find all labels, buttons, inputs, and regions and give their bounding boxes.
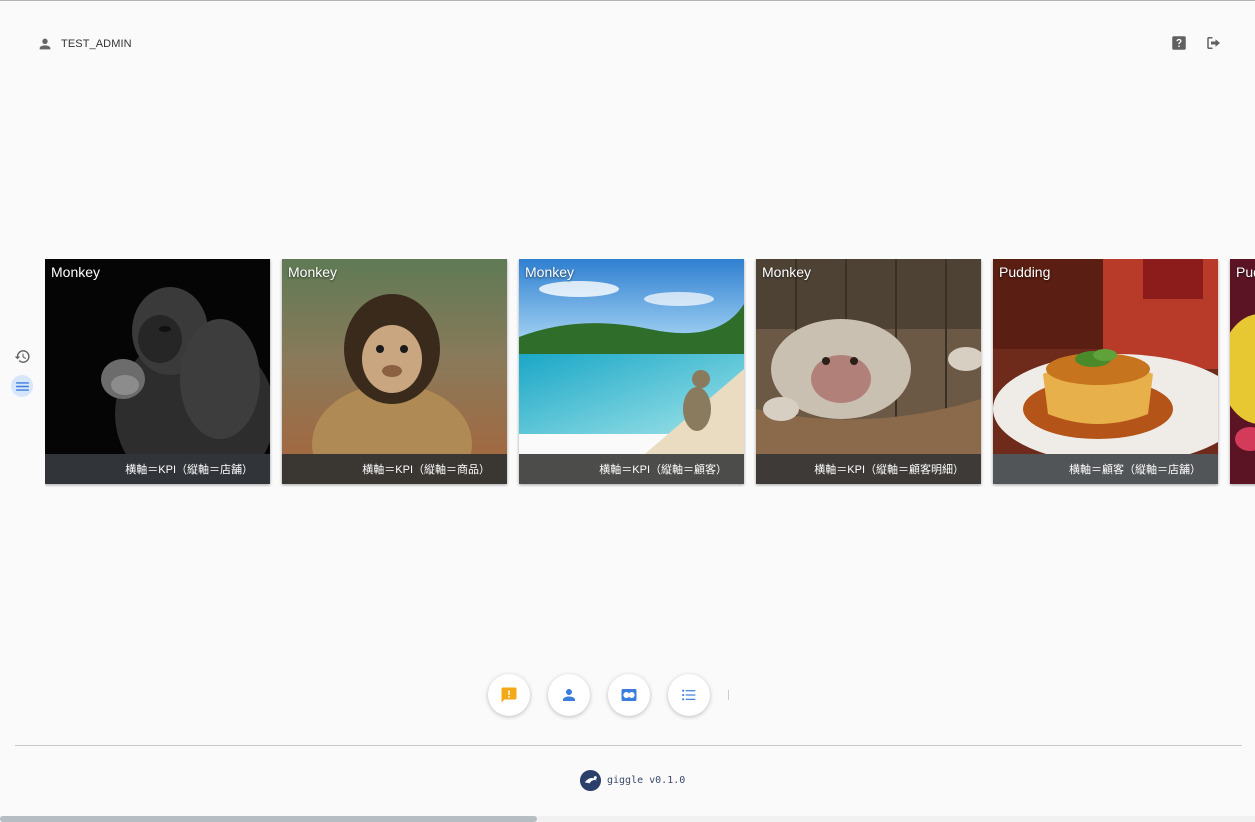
- card-caption: 横軸＝KPI（縦軸＝店舗）: [45, 454, 270, 484]
- horizontal-scrollbar-thumb[interactable]: [0, 816, 537, 822]
- username-label: TEST_ADMIN: [61, 38, 132, 50]
- analysis-button[interactable]: [608, 674, 650, 716]
- baboon-in-barrel-image: [756, 259, 981, 484]
- report-card[interactable]: Pudding 横軸＝顧客（縦軸＝店舗）: [993, 259, 1218, 484]
- custard-pudding-image: [993, 259, 1218, 484]
- card-caption: 横軸＝KPI（縦軸＝顧客明細）: [756, 454, 981, 484]
- report-card[interactable]: Monkey 横軸＝KPI（縦軸＝顧客）: [519, 259, 744, 484]
- help-button[interactable]: [1170, 34, 1188, 52]
- header-actions: [1170, 34, 1223, 52]
- card-title: Pudding: [999, 264, 1051, 280]
- help-icon: [1170, 34, 1188, 52]
- bottom-action-bar: [488, 674, 732, 716]
- side-toolbar: [11, 345, 33, 397]
- dual-circle-icon: [620, 686, 638, 704]
- account-icon: [37, 36, 53, 52]
- feedback-button[interactable]: [488, 674, 530, 716]
- person-icon: [560, 686, 578, 704]
- list-button[interactable]: [668, 674, 710, 716]
- footer: giggle v0.1.0: [579, 769, 685, 792]
- capuchin-monkey-image: [282, 259, 507, 484]
- report-card[interactable]: Pud: [1230, 259, 1255, 484]
- report-carousel[interactable]: Monkey 横軸＝KPI（縦軸＝店舗） Monkey 横軸＝KPI（縦軸＝商品…: [45, 259, 1255, 487]
- card-title: Monkey: [525, 264, 575, 280]
- menu-icon: [14, 378, 31, 395]
- user-info[interactable]: TEST_ADMIN: [37, 36, 132, 52]
- report-card[interactable]: Monkey 横軸＝KPI（縦軸＝顧客明細）: [756, 259, 981, 484]
- card-title: Monkey: [51, 264, 101, 280]
- report-card[interactable]: Monkey 横軸＝KPI（縦軸＝商品）: [282, 259, 507, 484]
- list-icon: [680, 686, 698, 704]
- more-button-edge[interactable]: [728, 684, 732, 706]
- app-page: TEST_ADMIN Monkey 横軸＝KPI（縦軸＝店舗） Monkey 横…: [0, 0, 1255, 822]
- card-caption: 横軸＝顧客（縦軸＝店舗）: [993, 454, 1218, 484]
- gorilla-image: [45, 259, 270, 484]
- feedback-icon: [500, 686, 518, 704]
- card-caption: 横軸＝KPI（縦軸＝顧客）: [519, 454, 744, 484]
- card-title: Monkey: [762, 264, 812, 280]
- footer-divider: [15, 745, 1242, 746]
- app-version: giggle v0.1.0: [607, 775, 686, 786]
- menu-button[interactable]: [11, 375, 33, 397]
- logout-button[interactable]: [1205, 34, 1223, 52]
- customer-button[interactable]: [548, 674, 590, 716]
- history-icon: [14, 348, 31, 365]
- top-border: [0, 0, 1255, 1]
- report-card[interactable]: Monkey 横軸＝KPI（縦軸＝店舗）: [45, 259, 270, 484]
- logout-icon: [1205, 34, 1223, 52]
- card-title: Monkey: [288, 264, 338, 280]
- card-title: Pud: [1236, 264, 1255, 280]
- history-button[interactable]: [11, 345, 33, 367]
- monkey-on-beach-image: [519, 259, 744, 484]
- dessert-partial-image: [1230, 259, 1255, 484]
- giggle-logo-icon: [579, 769, 602, 792]
- card-caption: 横軸＝KPI（縦軸＝商品）: [282, 454, 507, 484]
